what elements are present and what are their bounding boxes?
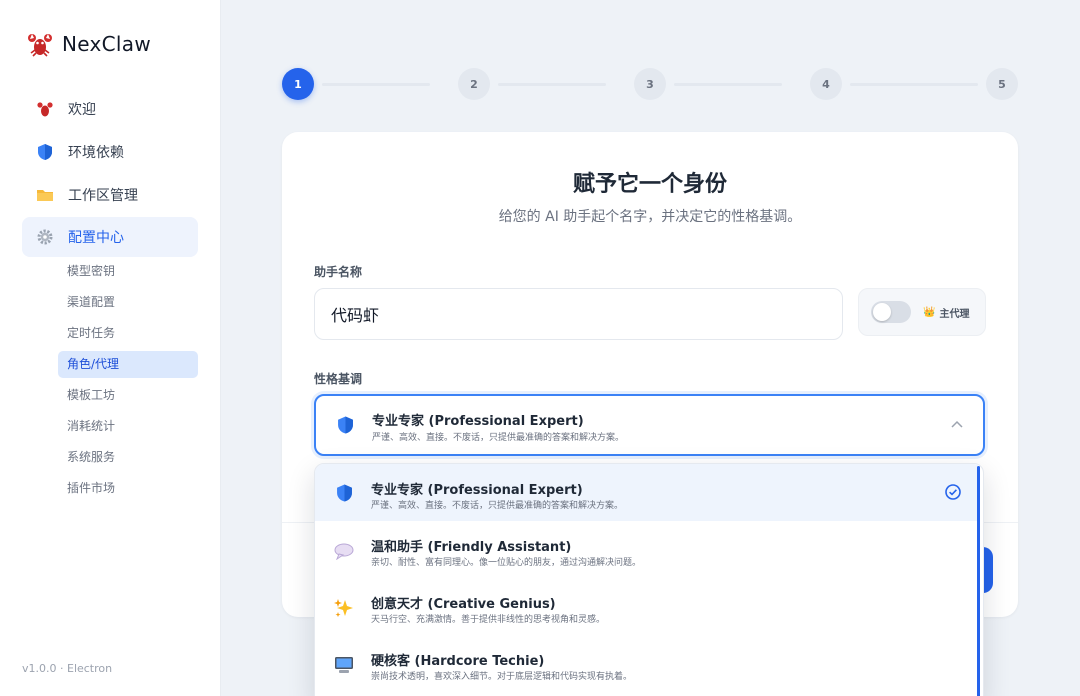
assistant-name-label: 助手名称 bbox=[314, 265, 363, 279]
option-desc: 严谨、高效、直接。不废话，只提供最准确的答案和解决方案。 bbox=[371, 501, 624, 511]
sparkles-icon bbox=[334, 598, 354, 618]
option-title: 专业专家 (Professional Expert) bbox=[371, 483, 583, 498]
sidebar-nav: 欢迎 环境依赖 工作区管理 配置中心 bbox=[22, 88, 198, 258]
sidebar-item-label: 环境依赖 bbox=[68, 145, 124, 161]
step-connector bbox=[322, 83, 430, 86]
option-desc: 亲切、耐性、富有同理心。像一位贴心的朋友，通过沟通解决问题。 bbox=[371, 558, 642, 568]
step-2[interactable]: 2 bbox=[458, 68, 490, 100]
crown-icon: 👑 bbox=[923, 306, 936, 318]
gear-icon bbox=[36, 228, 54, 246]
option-title: 温和助手 (Friendly Assistant) bbox=[371, 540, 572, 555]
main-agent-toggle[interactable]: 👑 主代理 bbox=[858, 288, 986, 336]
subnav-item-model-keys[interactable]: 模型密钥 bbox=[58, 258, 198, 285]
subnav-item-usage-stats[interactable]: 消耗统计 bbox=[58, 413, 198, 440]
subnav-item-channels[interactable]: 渠道配置 bbox=[58, 289, 198, 316]
personality-option-creative[interactable]: 创意天才 (Creative Genius) 天马行空、充满激情。善于提供非线性… bbox=[315, 578, 978, 635]
step-connector bbox=[850, 83, 978, 86]
toggle-knob bbox=[873, 303, 891, 321]
lobster-icon bbox=[36, 100, 54, 118]
sidebar-item-label: 工作区管理 bbox=[68, 188, 138, 204]
sidebar-item-environment[interactable]: 环境依赖 bbox=[22, 131, 198, 173]
toggle-switch[interactable] bbox=[871, 301, 911, 323]
config-subnav: 模型密钥 渠道配置 定时任务 角色/代理 模板工坊 消耗统计 系统服务 插件市场 bbox=[58, 258, 198, 506]
option-title: 硬核客 (Hardcore Techie) bbox=[371, 654, 545, 669]
assistant-name-input[interactable] bbox=[314, 288, 843, 340]
app-name: NexClaw bbox=[62, 32, 151, 56]
sidebar-item-welcome[interactable]: 欢迎 bbox=[22, 88, 198, 130]
dropdown-scrollbar[interactable] bbox=[977, 466, 980, 696]
step-5[interactable]: 5 bbox=[986, 68, 1018, 100]
shield-icon bbox=[335, 415, 355, 435]
personality-option-professional[interactable]: 专业专家 (Professional Expert) 严谨、高效、直接。不废话，… bbox=[315, 464, 978, 521]
sidebar-item-workspace[interactable]: 工作区管理 bbox=[22, 174, 198, 216]
computer-icon bbox=[334, 655, 354, 675]
stepper: 1 2 3 4 5 bbox=[282, 68, 1018, 102]
step-3[interactable]: 3 bbox=[634, 68, 666, 100]
option-desc: 天马行空、充满激情。善于提供非线性的思考视角和灵感。 bbox=[371, 615, 606, 625]
step-1[interactable]: 1 bbox=[282, 68, 314, 100]
sidebar: NexClaw 欢迎 环境依赖 工作区管理 配置中心 模型密钥 渠道配置 定时任… bbox=[0, 0, 221, 696]
sidebar-item-config-center[interactable]: 配置中心 bbox=[22, 217, 198, 257]
sidebar-item-label: 配置中心 bbox=[68, 230, 124, 246]
version-label: v1.0.0 · Electron bbox=[22, 662, 113, 675]
subnav-item-templates[interactable]: 模板工坊 bbox=[58, 382, 198, 409]
selected-option-desc: 严谨、高效、直接。不废话，只提供最准确的答案和解决方案。 bbox=[372, 433, 625, 443]
sidebar-item-label: 欢迎 bbox=[68, 102, 96, 118]
step-connector bbox=[498, 83, 606, 86]
brand[interactable]: NexClaw bbox=[26, 30, 151, 58]
shield-icon bbox=[36, 143, 54, 161]
subnav-item-roles-agents[interactable]: 角色/代理 bbox=[58, 351, 198, 378]
page-subtitle: 给您的 AI 助手起个名字，并决定它的性格基调。 bbox=[498, 209, 802, 225]
selected-option-title: 专业专家 (Professional Expert) bbox=[372, 414, 584, 429]
folder-icon bbox=[36, 186, 54, 204]
speech-bubble-icon bbox=[334, 541, 354, 561]
lobster-logo-icon bbox=[26, 30, 54, 58]
subnav-item-scheduled-tasks[interactable]: 定时任务 bbox=[58, 320, 198, 347]
step-4[interactable]: 4 bbox=[810, 68, 842, 100]
main-agent-label: 主代理 bbox=[939, 308, 970, 320]
step-connector bbox=[674, 83, 782, 86]
option-desc: 崇尚技术透明，喜欢深入细节。对于底层逻辑和代码实现有执着。 bbox=[371, 672, 633, 682]
shield-icon bbox=[334, 483, 354, 503]
chevron-up-icon[interactable] bbox=[947, 414, 967, 434]
subnav-item-system-services[interactable]: 系统服务 bbox=[58, 444, 198, 471]
check-circle-icon bbox=[944, 483, 962, 501]
option-title: 创意天才 (Creative Genius) bbox=[371, 597, 556, 612]
personality-select[interactable]: 专业专家 (Professional Expert) 严谨、高效、直接。不废话，… bbox=[314, 394, 985, 456]
personality-option-friendly[interactable]: 温和助手 (Friendly Assistant) 亲切、耐性、富有同理心。像一… bbox=[315, 521, 978, 578]
page-title: 赋予它一个身份 bbox=[572, 172, 727, 197]
subnav-item-plugin-market[interactable]: 插件市场 bbox=[58, 475, 198, 502]
personality-dropdown: 专业专家 (Professional Expert) 严谨、高效、直接。不废话，… bbox=[314, 463, 984, 696]
personality-option-techie[interactable]: 硬核客 (Hardcore Techie) 崇尚技术透明，喜欢深入细节。对于底层… bbox=[315, 635, 978, 692]
personality-label: 性格基调 bbox=[314, 372, 363, 386]
